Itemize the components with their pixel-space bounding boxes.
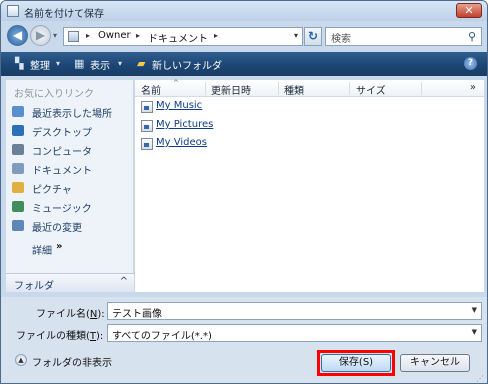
recent-changes-icon — [12, 220, 24, 231]
nav-item-label: ドキュメント — [32, 166, 92, 177]
column-name[interactable]: 名前 — [141, 82, 161, 97]
views-icon: ▦ — [74, 57, 85, 70]
chevron-down-icon[interactable]: ▼ — [472, 306, 477, 314]
favorite-links-heading: お気に入りリンク — [14, 89, 94, 100]
help-icon[interactable]: ? — [464, 57, 477, 70]
more-columns-icon[interactable]: » — [470, 82, 476, 93]
cancel-button[interactable]: キャンセル — [400, 354, 470, 372]
filetype-value: すべてのファイル(*.*) — [112, 331, 212, 342]
breadcrumb-separator-icon[interactable]: ▸ — [86, 31, 90, 40]
recent-pages-dropdown-icon[interactable]: ▾ — [53, 31, 57, 40]
column-type[interactable]: 種類 — [284, 82, 304, 97]
refresh-button[interactable]: ↻ — [304, 27, 322, 46]
nav-item-label: ミュージック — [32, 204, 92, 215]
sort-ascending-icon: ^ — [173, 79, 179, 87]
address-row: ◀ ▶ ▾ ▸ Owner ▸ ドキュメント ▸ ▾ ↻ 検索 ⚲ — [1, 22, 487, 50]
organize-icon: ▚ — [15, 57, 24, 70]
chevron-down-icon: ▾ — [56, 59, 61, 68]
list-item[interactable]: My Pictures — [141, 118, 341, 134]
column-divider[interactable] — [421, 82, 422, 95]
filetype-select[interactable]: すべてのファイル(*.*) ▼ — [107, 324, 482, 342]
folder-icon — [141, 120, 153, 132]
search-placeholder: 検索 — [331, 34, 351, 45]
save-button[interactable]: 保存(S) — [321, 354, 391, 372]
chevron-down-icon[interactable]: ▼ — [472, 328, 477, 336]
new-folder-icon: ▰ — [137, 57, 146, 70]
nav-item-pictures[interactable]: ピクチャ — [12, 180, 130, 196]
close-button[interactable]: ✕ — [456, 3, 482, 18]
search-icon[interactable]: ⚲ — [468, 30, 476, 43]
folder-icon — [141, 138, 153, 150]
new-folder-button[interactable]: 新しいフォルダ — [152, 57, 222, 72]
dialog-icon — [7, 5, 19, 17]
breadcrumb-documents[interactable]: ドキュメント — [148, 30, 208, 45]
nav-item-label: 最近の変更 — [32, 223, 82, 234]
pictures-icon — [12, 182, 24, 193]
breadcrumb-separator-icon[interactable]: ▸ — [136, 31, 140, 40]
filetype-label: ファイルの種類(T): — [16, 331, 104, 342]
title-bar[interactable]: 名前を付けて保存 ✕ — [1, 1, 487, 21]
folder-icon — [68, 31, 79, 42]
computer-icon — [12, 144, 24, 155]
forward-button[interactable]: ▶ — [30, 25, 51, 46]
details-chevron-icon[interactable]: » — [56, 241, 62, 252]
column-size[interactable]: サイズ — [356, 82, 386, 97]
nav-item-recent-places[interactable]: 最近表示した場所 — [12, 104, 130, 120]
item-name: My Music — [156, 100, 203, 111]
nav-item-label: 最近表示した場所 — [32, 109, 112, 120]
dialog-title: 名前を付けて保存 — [24, 9, 104, 20]
details-link[interactable]: 詳細 — [32, 242, 52, 257]
breadcrumb-owner[interactable]: Owner — [98, 30, 131, 41]
chevron-up-icon: ^ — [119, 276, 128, 287]
documents-icon — [12, 163, 24, 174]
command-toolbar: ▚ 整理 ▾ ▦ 表示 ▾ ▰ 新しいフォルダ ? — [1, 52, 487, 76]
back-button[interactable]: ◀ — [7, 25, 28, 46]
nav-item-desktop[interactable]: デスクトップ — [12, 123, 130, 139]
list-item[interactable]: My Videos — [141, 136, 341, 152]
column-divider[interactable] — [349, 82, 350, 95]
navigation-pane: お気に入りリンク 最近表示した場所 デスクトップ コンピュータ ドキュメント ピ… — [6, 80, 134, 292]
folders-label: フォルダ — [14, 281, 54, 292]
item-name: My Pictures — [156, 119, 214, 130]
resize-grip-icon[interactable]: ⋰ — [476, 374, 484, 383]
nav-item-documents[interactable]: ドキュメント — [12, 161, 130, 177]
item-name: My Videos — [156, 137, 207, 148]
address-dropdown-icon[interactable]: ▾ — [294, 31, 298, 40]
column-divider[interactable] — [205, 82, 206, 95]
recent-places-icon — [12, 106, 24, 117]
list-item[interactable]: My Music — [141, 99, 341, 115]
folders-toggle[interactable]: フォルダ ^ — [6, 273, 134, 292]
desktop-icon — [12, 125, 24, 136]
nav-item-music[interactable]: ミュージック — [12, 199, 130, 215]
search-input[interactable]: 検索 ⚲ — [325, 27, 482, 46]
filename-label: ファイル名(N): — [36, 309, 105, 320]
filename-field[interactable]: テスト画像 ▼ — [107, 302, 482, 320]
music-icon — [12, 201, 24, 212]
save-form: ファイル名(N): テスト画像 ▼ ファイルの種類(T): すべてのファイル(*… — [1, 297, 487, 383]
nav-item-label: ピクチャ — [32, 185, 72, 196]
address-bar[interactable]: ▸ Owner ▸ ドキュメント ▸ ▾ — [63, 27, 303, 46]
nav-item-recent-changes[interactable]: 最近の変更 — [12, 218, 130, 234]
views-menu[interactable]: 表示 — [90, 57, 110, 72]
file-list: 名前 ^ 更新日時 種類 サイズ » My Music My Pictures … — [135, 79, 484, 292]
nav-item-computer[interactable]: コンピュータ — [12, 142, 130, 158]
nav-item-label: デスクトップ — [32, 128, 92, 139]
folder-icon — [141, 101, 153, 113]
collapse-icon: ▲ — [15, 354, 27, 366]
nav-item-label: コンピュータ — [32, 147, 92, 158]
column-modified[interactable]: 更新日時 — [211, 82, 251, 97]
hide-folders-label: フォルダの非表示 — [32, 358, 112, 369]
organize-menu[interactable]: 整理 — [30, 57, 50, 72]
filename-value: テスト画像 — [112, 309, 162, 320]
column-header-row: 名前 ^ 更新日時 種類 サイズ » — [135, 79, 484, 97]
column-divider[interactable] — [278, 82, 279, 95]
breadcrumb-separator-icon[interactable]: ▸ — [214, 31, 218, 40]
chevron-down-icon: ▾ — [118, 59, 123, 68]
save-as-dialog: 名前を付けて保存 ✕ ◀ ▶ ▾ ▸ Owner ▸ ドキュメント ▸ ▾ ↻ … — [0, 0, 488, 384]
